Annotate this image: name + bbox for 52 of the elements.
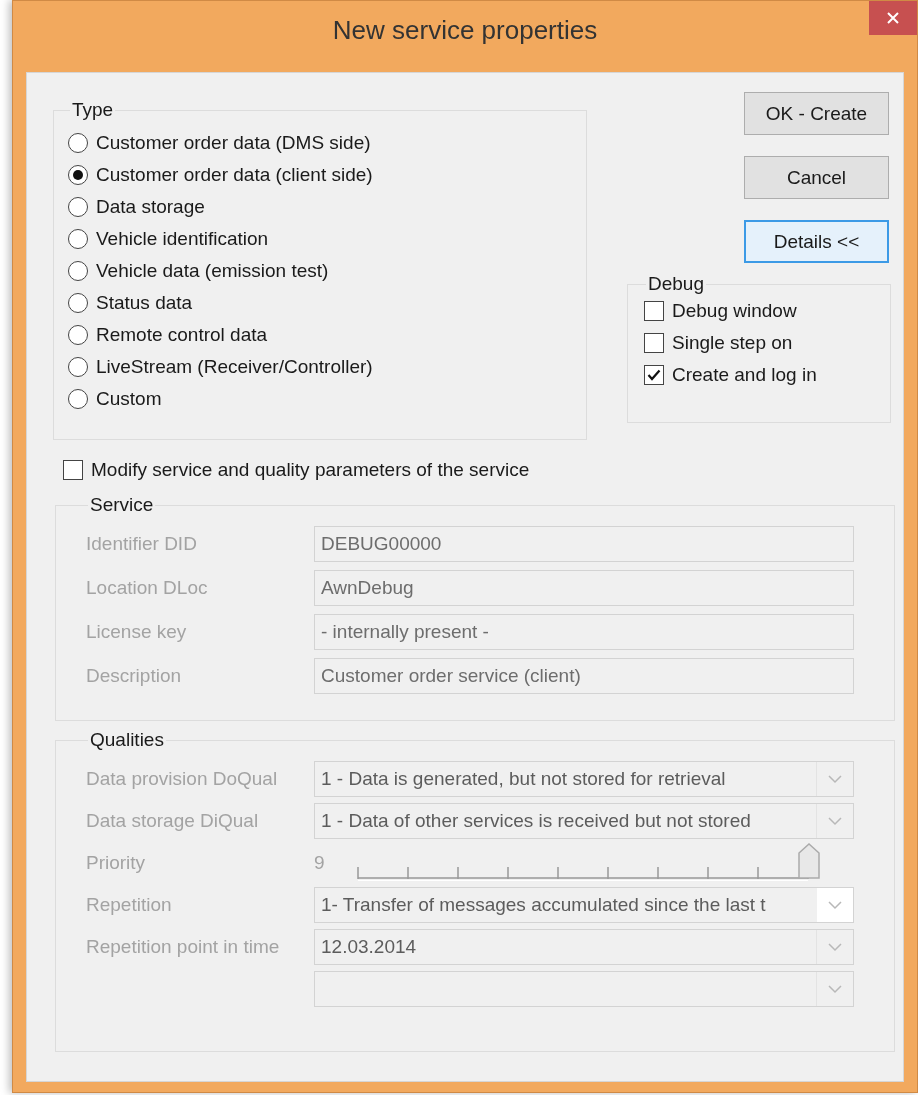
checkbox-label[interactable]: Debug window [672, 300, 797, 322]
close-icon [887, 12, 899, 24]
field-label: Identifier DID [86, 533, 198, 555]
radio-label[interactable]: Vehicle identification [96, 228, 269, 250]
close-button[interactable] [869, 1, 917, 35]
radio-button[interactable] [68, 261, 88, 281]
radio-button[interactable] [68, 293, 88, 313]
radio-button[interactable] [68, 389, 88, 409]
radio-label[interactable]: Customer order data (client side) [96, 164, 373, 186]
field-label: Repetition [86, 894, 173, 916]
field-label: License key [86, 621, 188, 643]
field-label: Data storage DiQual [86, 810, 260, 832]
window-title: New service properties [332, 15, 598, 46]
field-label: Location DLoc [86, 577, 209, 599]
field-label: Data provision DoQual [86, 768, 279, 790]
dialog-button[interactable]: OK - Create [744, 92, 889, 135]
group-title: Debug [647, 273, 705, 295]
radio-label[interactable]: Custom [96, 388, 162, 410]
field-label: Priority [86, 852, 147, 874]
dialog-button[interactable]: Cancel [744, 156, 889, 199]
radio-label[interactable]: Vehicle data (emission test) [96, 260, 329, 282]
chevron-down-icon [828, 900, 842, 910]
radio-label[interactable]: Customer order data (DMS side) [96, 132, 371, 154]
radio-label[interactable]: Remote control data [96, 324, 268, 346]
checkbox[interactable] [63, 460, 83, 480]
radio-label[interactable]: Data storage [96, 196, 205, 218]
radio-label[interactable]: LiveStream (Receiver/Controller) [96, 356, 373, 378]
radio-button[interactable] [68, 133, 88, 153]
radio-button[interactable] [68, 325, 88, 345]
checkbox[interactable] [644, 333, 664, 353]
chevron-down-icon [828, 984, 842, 994]
field-label: Description [86, 665, 183, 687]
group-title: Qualities [89, 729, 165, 751]
field-label: Repetition point in time [86, 936, 281, 958]
chevron-down-icon [828, 942, 842, 952]
checkbox[interactable] [644, 365, 664, 385]
chevron-down-icon [828, 816, 842, 826]
radio-button[interactable] [68, 165, 88, 185]
dialog-button[interactable]: Details << [744, 220, 889, 263]
radio-button[interactable] [68, 229, 88, 249]
checkbox-label[interactable]: Create and log in [672, 364, 817, 386]
slider-value: 9 [314, 852, 326, 874]
checkmark-icon [647, 369, 661, 381]
group-title: Type [71, 99, 115, 121]
radio-label[interactable]: Status data [96, 292, 193, 314]
group-title: Service [89, 494, 155, 516]
checkbox-label[interactable]: Single step on [672, 332, 793, 354]
checkbox[interactable] [644, 301, 664, 321]
radio-button[interactable] [68, 357, 88, 377]
checkbox-label[interactable]: Modify service and quality parameters of the service [91, 459, 530, 481]
radio-button[interactable] [68, 197, 88, 217]
chevron-down-icon [828, 774, 842, 784]
